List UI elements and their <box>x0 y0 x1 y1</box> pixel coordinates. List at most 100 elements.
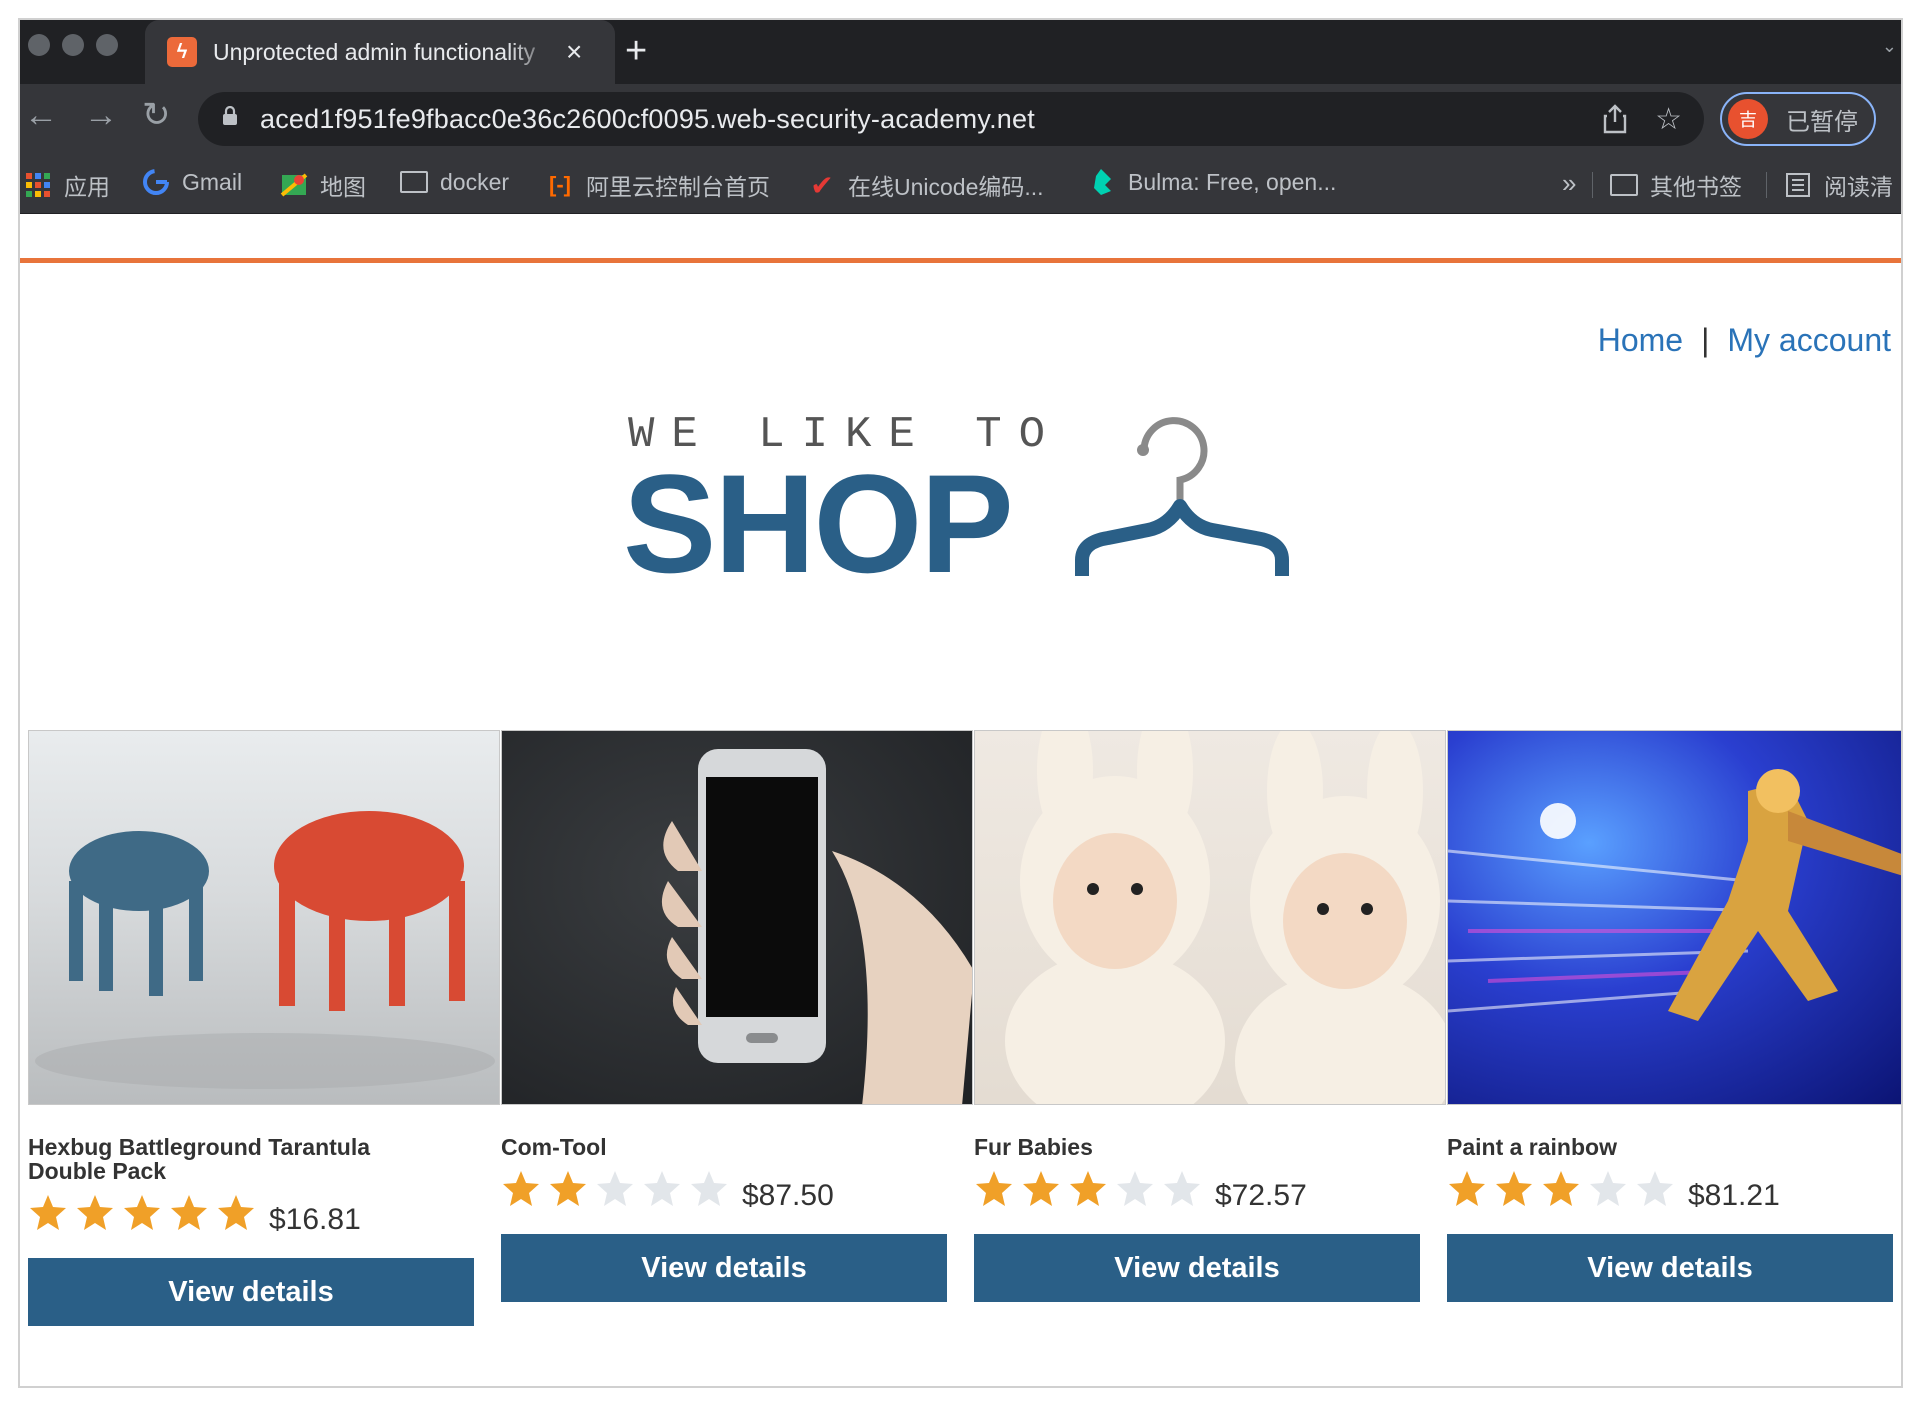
view-details-button[interactable]: View details <box>1447 1234 1893 1302</box>
bookmark-divider <box>1592 172 1593 198</box>
rating-stars <box>974 1169 1209 1214</box>
browser-window: ϟ Unprotected admin functionality × + ⌄ … <box>18 18 1903 1388</box>
window-zoom-button[interactable] <box>96 34 118 56</box>
product-rating: $72.57 <box>974 1169 1446 1214</box>
top-nav: Home | My account <box>1598 322 1891 359</box>
star-filled-icon <box>1021 1169 1068 1214</box>
product-price: $16.81 <box>269 1202 361 1236</box>
bookmark-unicode[interactable]: ✔ 在线Unicode编码... <box>808 168 1044 202</box>
bookmarks-overflow-button[interactable]: » <box>1562 168 1576 199</box>
bookmark-label: 其他书签 <box>1650 174 1742 200</box>
star-empty-icon <box>642 1169 689 1214</box>
robot-tarantulas-image[interactable] <box>28 730 500 1105</box>
star-filled-icon <box>974 1169 1021 1214</box>
bookmark-apps[interactable]: 应用 <box>24 168 110 202</box>
product-price: $87.50 <box>742 1178 834 1212</box>
bookmark-label: 阅读清 <box>1824 174 1893 200</box>
address-bar[interactable]: aced1f951fe9fbacc0e36c2600cf0095.web-sec… <box>198 92 1704 146</box>
product-name: Com-Tool <box>501 1134 607 1160</box>
star-filled-icon <box>1541 1169 1588 1214</box>
bookmark-bulma[interactable]: Bulma: Free, open... <box>1088 168 1336 196</box>
portswigger-favicon-icon: ϟ <box>167 37 197 67</box>
product-name: Paint a rainbow <box>1447 1134 1617 1160</box>
view-details-button[interactable]: View details <box>28 1258 474 1326</box>
bookmark-maps[interactable]: 地图 <box>280 168 366 202</box>
rating-stars <box>501 1169 736 1214</box>
star-filled-icon <box>169 1193 216 1238</box>
logo-wordmark: SHOP <box>623 445 1014 602</box>
product-card: Paint a rainbow $81.21 View details <box>1447 730 1901 1302</box>
neon-superhero-image[interactable] <box>1447 730 1901 1105</box>
bookmark-label: docker <box>440 168 510 195</box>
reload-button[interactable]: ↻ <box>142 98 171 132</box>
product-card: Fur Babies $72.57 View details <box>974 730 1446 1302</box>
url-text[interactable]: aced1f951fe9fbacc0e36c2600cf0095.web-sec… <box>260 104 1035 135</box>
star-empty-icon <box>1635 1169 1682 1214</box>
bookmark-label: 地图 <box>320 174 366 200</box>
maps-icon <box>280 171 308 199</box>
star-filled-icon <box>28 1193 75 1238</box>
profile-status-label: 已暂停 <box>1786 108 1858 136</box>
star-empty-icon <box>595 1169 642 1214</box>
checkmark-icon: ✔ <box>810 169 834 201</box>
bookmark-star-icon[interactable]: ☆ <box>1655 102 1682 137</box>
new-tab-button[interactable]: + <box>625 32 647 70</box>
product-rating: $16.81 <box>28 1193 500 1238</box>
my-account-link[interactable]: My account <box>1727 322 1891 358</box>
reading-list-icon <box>1784 171 1812 199</box>
browser-toolbar: ← → ↻ aced1f951fe9fbacc0e36c2600cf0095.w… <box>20 84 1901 154</box>
bookmark-other-folder[interactable]: 其他书签 <box>1610 168 1742 202</box>
bookmark-docker[interactable]: docker <box>400 168 509 196</box>
star-filled-icon <box>501 1169 548 1214</box>
product-card: Com-Tool $87.50 View details <box>501 730 973 1302</box>
window-minimize-button[interactable] <box>62 34 84 56</box>
bookmark-gmail[interactable]: Gmail <box>142 168 242 196</box>
view-details-button[interactable]: View details <box>501 1234 947 1302</box>
reading-list-button[interactable]: 阅读清 <box>1784 168 1893 202</box>
product-card: Hexbug Battleground Tarantula Double Pac… <box>28 730 500 1326</box>
tab-strip: ϟ Unprotected admin functionality × + ⌄ <box>20 20 1901 84</box>
profile-button[interactable]: 吉 已暂停 <box>1720 92 1876 146</box>
smartphone-in-hand-image[interactable] <box>501 730 973 1105</box>
aliyun-icon: [-] <box>549 172 571 197</box>
bookmarks-bar: 应用 Gmail 地图 docker [-] 阿里云控制台首页 ✔ 在线Unic… <box>20 154 1901 214</box>
tab-active[interactable]: ϟ Unprotected admin functionality × <box>145 20 615 84</box>
star-empty-icon <box>689 1169 736 1214</box>
forward-button[interactable]: → <box>84 98 118 132</box>
bookmark-label: Gmail <box>182 168 243 195</box>
view-details-button[interactable]: View details <box>974 1234 1420 1302</box>
star-filled-icon <box>122 1193 169 1238</box>
google-icon <box>142 168 170 196</box>
lock-icon[interactable] <box>222 105 238 132</box>
nav-separator: | <box>1701 322 1710 358</box>
bookmark-label: 阿里云控制台首页 <box>586 174 770 200</box>
product-price: $81.21 <box>1688 1178 1780 1212</box>
hanger-icon <box>1075 417 1289 576</box>
apps-grid-icon <box>24 171 52 199</box>
share-icon[interactable] <box>1602 104 1628 141</box>
back-button[interactable]: ← <box>24 98 58 132</box>
product-rating: $81.21 <box>1447 1169 1901 1214</box>
rating-stars <box>1447 1169 1682 1214</box>
tab-close-icon[interactable]: × <box>566 38 582 66</box>
avatar: 吉 <box>1728 99 1768 139</box>
star-filled-icon <box>75 1193 122 1238</box>
bookmark-aliyun[interactable]: [-] 阿里云控制台首页 <box>546 168 770 202</box>
bookmark-label: 在线Unicode编码... <box>848 174 1044 200</box>
shop-logo[interactable]: WE LIKE TO SHOP <box>623 410 1318 610</box>
star-filled-icon <box>1494 1169 1541 1214</box>
tab-search-icon[interactable]: ⌄ <box>1882 36 1897 57</box>
star-empty-icon <box>1588 1169 1635 1214</box>
star-empty-icon <box>1115 1169 1162 1214</box>
star-filled-icon <box>548 1169 595 1214</box>
folder-icon <box>1610 171 1638 199</box>
product-name: Fur Babies <box>974 1134 1093 1160</box>
bookmark-divider <box>1766 172 1767 198</box>
window-close-button[interactable] <box>28 34 50 56</box>
product-name: Hexbug Battleground Tarantula Double Pac… <box>28 1134 371 1184</box>
tab-title: Unprotected admin functionality <box>213 38 536 65</box>
babies-in-bunny-hoods-image[interactable] <box>974 730 1446 1105</box>
bulma-icon <box>1088 168 1116 196</box>
product-rating: $87.50 <box>501 1169 973 1214</box>
home-link[interactable]: Home <box>1598 322 1683 358</box>
